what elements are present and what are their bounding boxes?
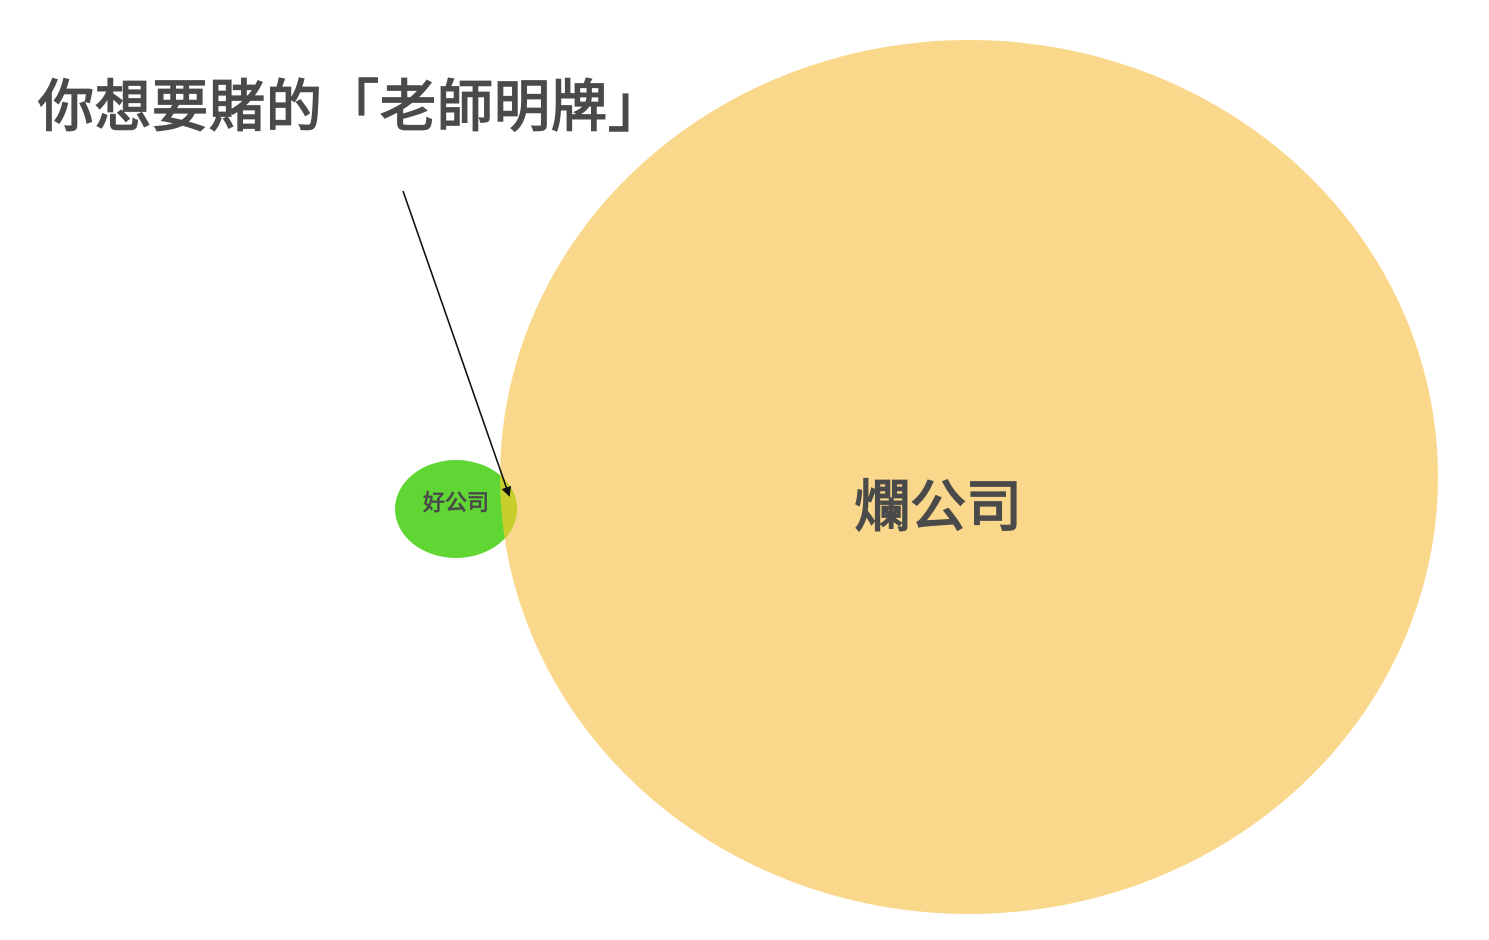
diagram-canvas: 你想要賭的「老師明牌」 好公司 爛公司	[0, 0, 1489, 940]
bad-company-label: 爛公司	[854, 475, 1022, 540]
good-company-label: 好公司	[422, 491, 489, 516]
pointer-arrow	[402, 190, 512, 497]
page-title: 你想要賭的「老師明牌」	[38, 75, 665, 140]
venn-diagram	[395, 40, 1438, 914]
